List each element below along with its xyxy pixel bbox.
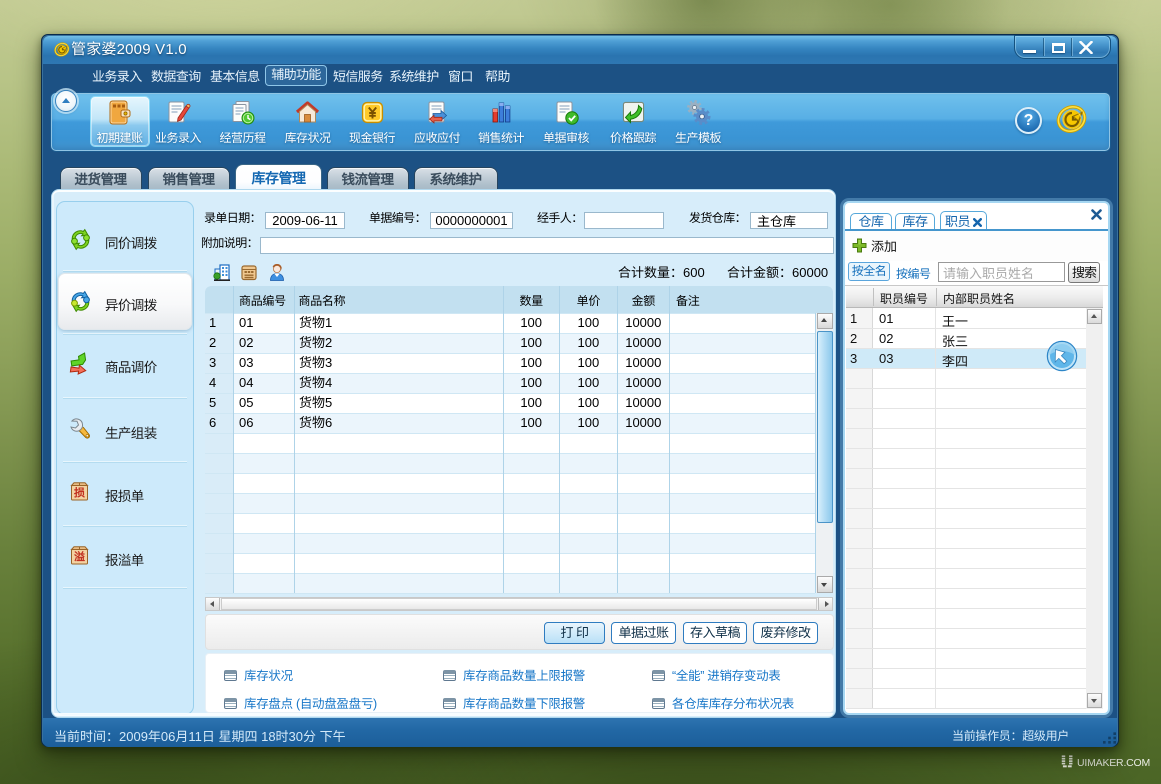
svg-text:溢: 溢: [74, 549, 85, 565]
svg-text:损: 损: [74, 485, 85, 501]
